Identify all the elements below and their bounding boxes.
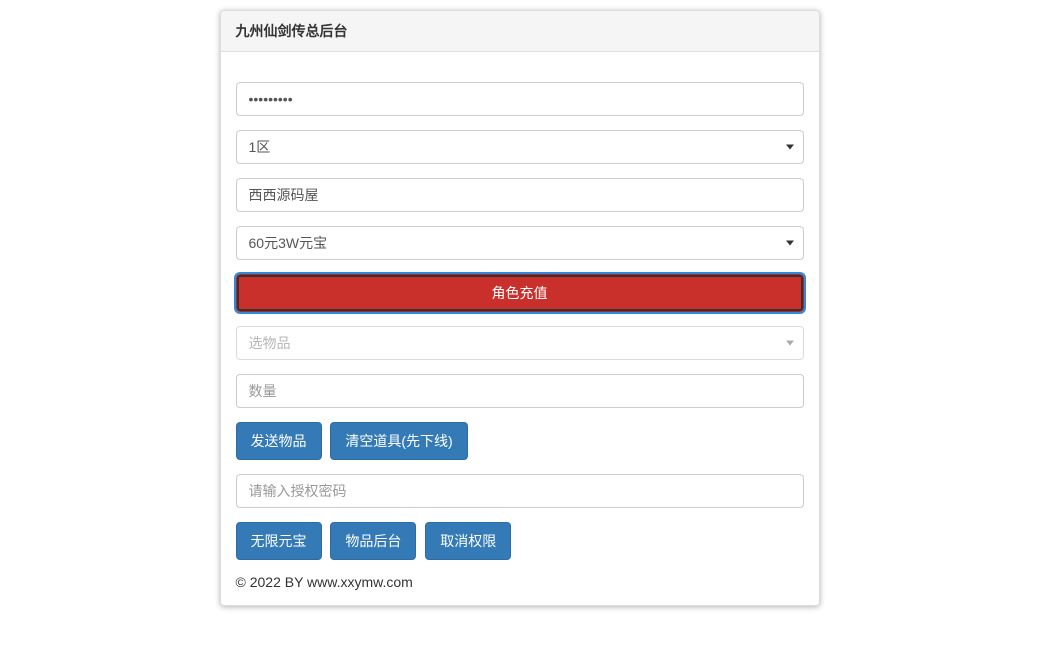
recharge-button[interactable]: 角色充值 — [236, 274, 804, 312]
unlimited-gold-button[interactable]: 无限元宝 — [236, 522, 322, 560]
role-name-input[interactable] — [236, 178, 804, 212]
item-backend-button[interactable]: 物品后台 — [330, 522, 416, 560]
panel-title: 九州仙剑传总后台 — [221, 11, 819, 52]
recharge-select[interactable]: 60元3W元宝 — [236, 226, 804, 260]
clear-items-button[interactable]: 清空道具(先下线) — [330, 422, 467, 460]
zone-select[interactable]: 1区 — [236, 130, 804, 164]
panel-body: 1区 60元3W元宝 角色充值 选物品 发送物品 清空道具( — [221, 52, 819, 605]
admin-panel: 九州仙剑传总后台 1区 60元3W元宝 角色充值 选物品 — [220, 10, 820, 606]
password-input[interactable] — [236, 82, 804, 116]
send-item-button[interactable]: 发送物品 — [236, 422, 322, 460]
quantity-input[interactable] — [236, 374, 804, 408]
auth-password-input[interactable] — [236, 474, 804, 508]
copyright-text: © 2022 BY www.xxymw.com — [236, 574, 804, 590]
item-select[interactable]: 选物品 — [236, 326, 804, 360]
cancel-permission-button[interactable]: 取消权限 — [425, 522, 511, 560]
